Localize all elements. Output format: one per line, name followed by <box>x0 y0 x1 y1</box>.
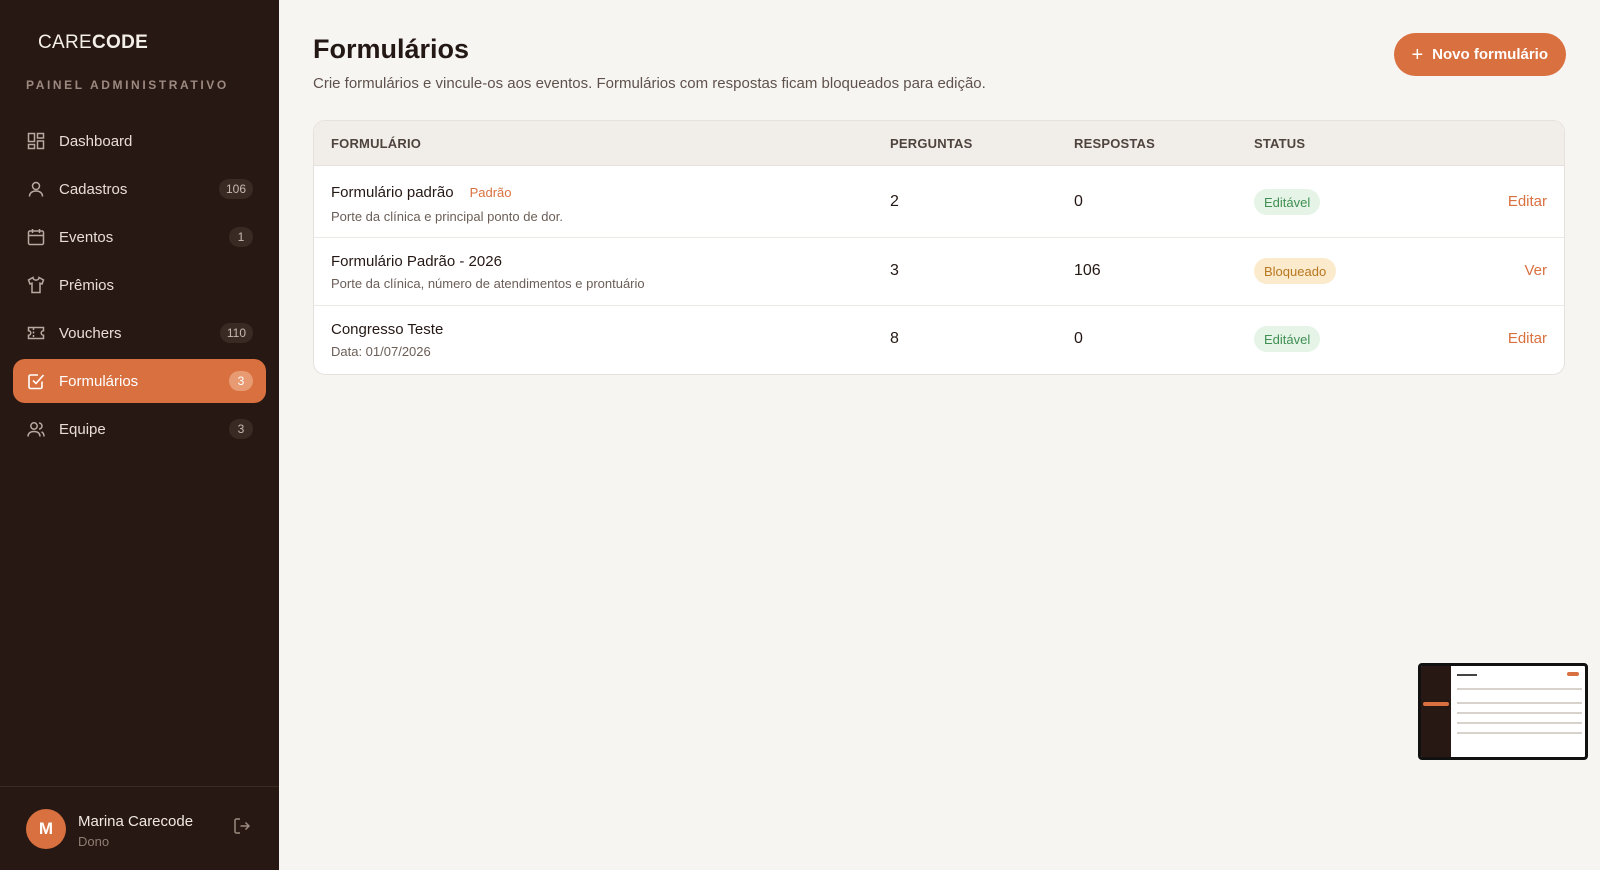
column-header-perguntas: PERGUNTAS <box>890 135 973 151</box>
logout-icon[interactable] <box>232 816 254 838</box>
sidebar-item-label: Eventos <box>59 228 114 246</box>
table-row[interactable]: Formulário Padrão - 2026 Porte da clínic… <box>314 238 1564 306</box>
form-name: Formulário padrão <box>331 184 454 201</box>
users-icon <box>26 419 46 439</box>
thumbnail-line <box>1457 722 1582 724</box>
count-badge: 3 <box>229 371 253 391</box>
thumbnail-sidebar <box>1421 666 1451 757</box>
ticket-icon <box>26 323 46 343</box>
edit-link[interactable]: Editar <box>1508 330 1547 347</box>
sidebar-item-cadastros[interactable]: Cadastros 106 <box>13 167 266 211</box>
sidebar-item-label: Prêmios <box>59 276 115 294</box>
sidebar-item-formularios[interactable]: Formulários 3 <box>13 359 266 403</box>
edit-link[interactable]: Editar <box>1508 193 1547 210</box>
count-badge: 106 <box>218 179 253 199</box>
form-description: Data: 01/07/2026 <box>331 344 431 359</box>
new-form-label: Novo formulário <box>1432 46 1548 63</box>
page-title: Formulários <box>313 34 470 64</box>
form-name: Congresso Teste <box>331 321 444 338</box>
sidebar-item-label: Equipe <box>59 420 106 438</box>
sidebar-item-label: Dashboard <box>59 132 133 150</box>
sidebar-item-label: Vouchers <box>59 324 122 342</box>
count-badge: 110 <box>219 323 253 343</box>
column-header-formulario: FORMULÁRIO <box>331 135 422 151</box>
checkbox-icon <box>26 371 46 391</box>
sidebar-nav: Dashboard Cadastros 106 Eventos 1 Prêmio… <box>13 119 266 455</box>
status-badge: Editável <box>1254 326 1321 352</box>
count-badge: 3 <box>229 419 253 439</box>
status-badge: Bloqueado <box>1254 258 1337 284</box>
sidebar-item-vouchers[interactable]: Vouchers 110 <box>13 311 266 355</box>
dashboard-icon <box>26 131 46 151</box>
calendar-icon <box>26 227 46 247</box>
sidebar-item-label: Formulários <box>59 372 139 390</box>
form-name: Formulário Padrão - 2026 <box>331 253 502 270</box>
thumbnail-line <box>1457 732 1582 734</box>
forms-table: FORMULÁRIO PERGUNTAS RESPOSTAS STATUS Fo… <box>313 120 1565 375</box>
thumbnail-line <box>1457 674 1477 676</box>
user-icon <box>26 179 46 199</box>
form-description: Porte da clínica, número de atendimentos… <box>331 276 645 291</box>
user-profile: M Marina Carecode Dono <box>0 786 279 870</box>
sidebar: CARECODE PAINEL ADMINISTRATIVO Dashboard… <box>0 0 279 870</box>
responses-count: 0 <box>1074 193 1083 210</box>
view-link[interactable]: Ver <box>1524 262 1547 279</box>
sidebar-item-premios[interactable]: Prêmios <box>13 263 266 307</box>
questions-count: 3 <box>890 262 899 279</box>
sidebar-item-label: Cadastros <box>59 180 128 198</box>
questions-count: 2 <box>890 193 899 210</box>
main-content: Formulários Crie formulários e vincule-o… <box>279 0 1600 870</box>
default-tag: Padrão <box>469 185 512 200</box>
status-badge: Editável <box>1254 189 1321 215</box>
form-description: Porte da clínica e principal ponto de do… <box>331 209 563 224</box>
panel-label: PAINEL ADMINISTRATIVO <box>26 78 229 92</box>
avatar[interactable]: M <box>26 809 66 849</box>
brand-logo[interactable]: CARECODE <box>38 32 148 54</box>
table-header: FORMULÁRIO PERGUNTAS RESPOSTAS STATUS <box>314 121 1564 166</box>
responses-count: 106 <box>1074 262 1101 279</box>
page-subtitle: Crie formulários e vincule-os aos evento… <box>313 75 986 92</box>
user-name: Marina Carecode <box>78 813 194 830</box>
plus-icon: + <box>1411 43 1424 66</box>
count-badge: 1 <box>229 227 253 247</box>
thumbnail-line <box>1457 702 1582 704</box>
table-row[interactable]: Formulário padrão Padrão Porte da clínica… <box>314 166 1564 238</box>
user-role: Dono <box>78 834 110 849</box>
shirt-icon <box>26 275 46 295</box>
thumbnail-line <box>1457 712 1582 714</box>
questions-count: 8 <box>890 330 899 347</box>
sidebar-item-eventos[interactable]: Eventos 1 <box>13 215 266 259</box>
screen-preview-thumbnail[interactable] <box>1418 663 1588 760</box>
table-row[interactable]: Congresso Teste Data: 01/07/2026 8 0 Edi… <box>314 306 1564 374</box>
sidebar-item-dashboard[interactable]: Dashboard <box>13 119 266 163</box>
thumbnail-button <box>1567 672 1579 676</box>
column-header-respostas: RESPOSTAS <box>1074 135 1156 151</box>
new-form-button[interactable]: + Novo formulário <box>1394 33 1566 76</box>
thumbnail-line <box>1457 688 1582 690</box>
responses-count: 0 <box>1074 330 1083 347</box>
column-header-status: STATUS <box>1254 135 1306 151</box>
sidebar-item-equipe[interactable]: Equipe 3 <box>13 407 266 451</box>
thumbnail-active-item <box>1423 702 1449 706</box>
